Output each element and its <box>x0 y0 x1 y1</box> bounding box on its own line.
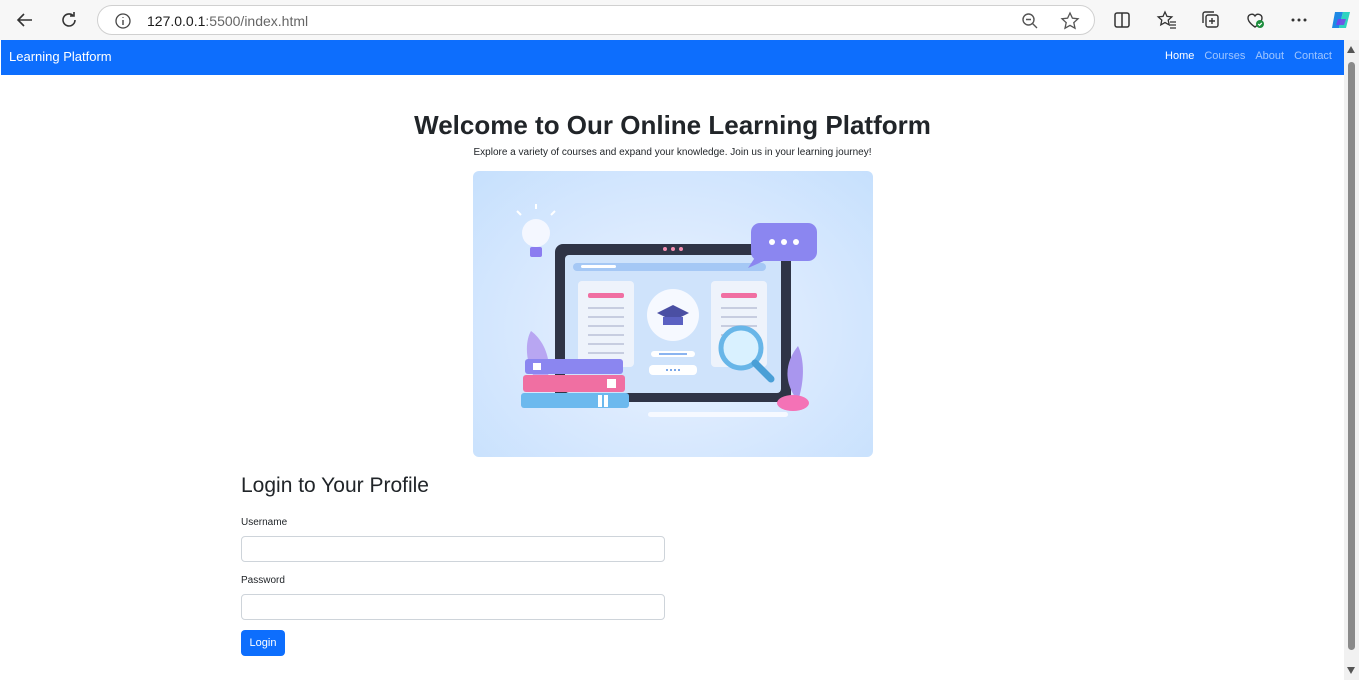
nav-link-courses[interactable]: Courses <box>1204 50 1245 62</box>
scroll-up-icon[interactable] <box>1347 46 1355 53</box>
site-info-icon[interactable] <box>114 12 132 30</box>
url-text: 127.0.0.1:5500/index.html <box>147 13 309 29</box>
books-icon <box>521 359 629 408</box>
more-options-icon[interactable] <box>1285 6 1313 34</box>
back-icon[interactable] <box>11 6 39 34</box>
login-form: Login to Your Profile Username Password … <box>241 474 665 656</box>
nav-link-about[interactable]: About <box>1255 50 1284 62</box>
login-button[interactable]: Login <box>241 630 285 656</box>
favorite-star-icon[interactable] <box>1059 10 1081 32</box>
scrollbar-thumb[interactable] <box>1348 62 1355 650</box>
page-title: Welcome to Our Online Learning Platform <box>414 110 931 140</box>
zoom-icon[interactable] <box>1020 11 1040 31</box>
navbar: Learning Platform Home Courses About Con… <box>1 40 1344 75</box>
password-label: Password <box>241 575 285 586</box>
scroll-down-icon[interactable] <box>1347 667 1355 674</box>
page-scrollbar[interactable] <box>1344 40 1359 680</box>
reload-icon[interactable] <box>55 6 83 34</box>
nav-link-contact[interactable]: Contact <box>1294 50 1332 62</box>
page-subtitle: Explore a variety of courses and expand … <box>473 147 872 158</box>
page-viewport: Learning Platform Home Courses About Con… <box>1 40 1344 680</box>
nav-link-home[interactable]: Home <box>1165 50 1194 62</box>
username-label: Username <box>241 517 288 528</box>
address-bar[interactable]: 127.0.0.1:5500/index.html <box>97 5 1095 35</box>
favorites-icon[interactable] <box>1153 6 1181 34</box>
collections-icon[interactable] <box>1197 6 1225 34</box>
copilot-icon[interactable] <box>1327 6 1355 34</box>
browser-essentials-icon[interactable] <box>1241 6 1269 34</box>
login-heading: Login to Your Profile <box>241 474 429 497</box>
browser-toolbar: 127.0.0.1:5500/index.html <box>0 0 1359 40</box>
hero-illustration <box>473 171 873 457</box>
brand-link[interactable]: Learning Platform <box>9 49 112 64</box>
split-screen-icon[interactable] <box>1108 6 1136 34</box>
light-bulb-icon <box>516 204 556 257</box>
password-field[interactable] <box>241 594 665 620</box>
username-field[interactable] <box>241 536 665 562</box>
nav-links: Home Courses About Contact <box>1165 50 1332 62</box>
